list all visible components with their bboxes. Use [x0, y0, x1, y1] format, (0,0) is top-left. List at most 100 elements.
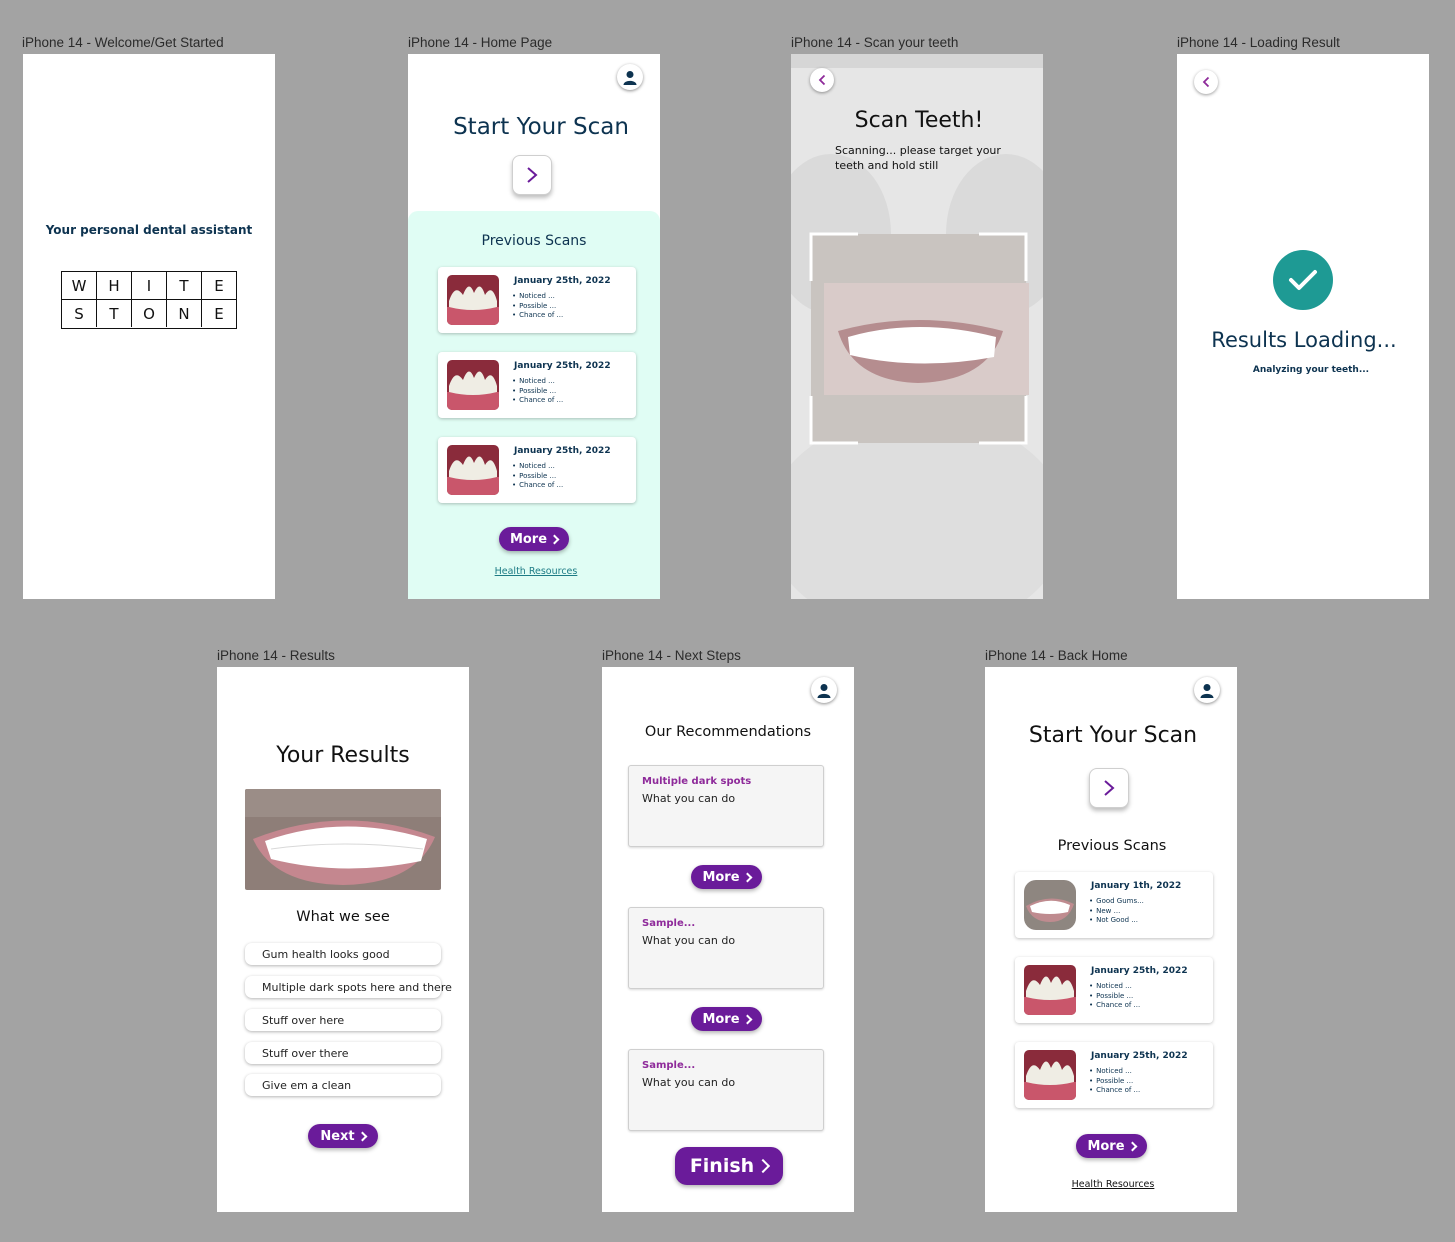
recommendation-body: What you can do: [642, 1076, 736, 1089]
recommendation-body: What you can do: [642, 934, 736, 947]
more-button[interactable]: More: [499, 527, 569, 551]
health-resources-link[interactable]: Health Resources: [408, 566, 660, 577]
frame-label-home: iPhone 14 - Home Page: [408, 35, 553, 50]
chevron-right-icon: [756, 1158, 771, 1174]
scan-notes: Good Gums... New ... Not Good ...: [1089, 897, 1144, 926]
scan-date: January 25th, 2022: [1091, 1051, 1188, 1061]
result-item: Stuff over here: [245, 1009, 441, 1031]
scan-note: Chance of ...: [512, 481, 563, 491]
frame-home: Start Your Scan Previous Scans January 2…: [408, 54, 660, 599]
scan-instructions: Scanning... please target your teeth and…: [835, 144, 1001, 172]
frame-label-next-steps: iPhone 14 - Next Steps: [602, 648, 741, 663]
start-scan-button[interactable]: [512, 155, 552, 195]
back-button[interactable]: [810, 68, 834, 92]
scan-note: Noticed ...: [512, 292, 563, 302]
frame-back-home: Start Your Scan Previous Scans January 1…: [985, 667, 1237, 1212]
frame-label-loading: iPhone 14 - Loading Result: [1177, 35, 1340, 50]
finish-button[interactable]: Finish: [675, 1147, 783, 1185]
chevron-right-icon: [527, 167, 538, 183]
logo-letter: S: [62, 300, 97, 327]
logo-row-2: S T O N E: [62, 300, 236, 327]
results-photo: [245, 789, 441, 890]
page-title: Start Your Scan: [453, 114, 629, 140]
recommendation-body: What you can do: [642, 792, 736, 805]
more-button[interactable]: More: [691, 1007, 762, 1031]
scan-note: Chance of ...: [1089, 1086, 1140, 1096]
frame-loading: Results Loading... Analyzing your teeth.…: [1177, 54, 1429, 599]
chevron-right-icon: [742, 872, 752, 882]
scan-notes: Noticed ... Possible ... Chance of ...: [512, 462, 563, 491]
scan-card[interactable]: January 25th, 2022 Noticed ... Possible …: [438, 437, 636, 503]
results-title: Your Results: [276, 743, 410, 768]
scan-note: Possible ...: [1089, 992, 1140, 1002]
logo-letter: T: [97, 300, 132, 327]
scan-note: New ...: [1089, 907, 1144, 917]
scan-date: January 25th, 2022: [1091, 966, 1188, 976]
start-scan-button[interactable]: [1089, 768, 1129, 808]
next-button[interactable]: Next: [308, 1124, 378, 1148]
scan-date: January 25th, 2022: [514, 276, 611, 286]
previous-scans-title: Previous Scans: [481, 233, 587, 249]
scan-date: January 25th, 2022: [514, 361, 611, 371]
chevron-left-icon: [1202, 76, 1210, 88]
scan-note: Possible ...: [512, 387, 563, 397]
chevron-right-icon: [357, 1131, 368, 1141]
scan-date: January 25th, 2022: [514, 446, 611, 456]
chevron-right-icon: [549, 534, 560, 544]
frame-label-back-home: iPhone 14 - Back Home: [985, 648, 1128, 663]
more-button[interactable]: More: [1076, 1134, 1147, 1158]
recommendation-title: Multiple dark spots: [642, 776, 752, 787]
logo-letter: E: [214, 304, 224, 323]
frame-label-welcome: iPhone 14 - Welcome/Get Started: [22, 35, 224, 50]
scan-card[interactable]: January 25th, 2022 Noticed ... Possible …: [1015, 1042, 1213, 1108]
scan-note: Possible ...: [1089, 1077, 1140, 1087]
check-icon: [1289, 270, 1317, 290]
result-item: Give em a clean: [245, 1074, 441, 1096]
profile-button[interactable]: [617, 64, 643, 90]
more-button[interactable]: More: [691, 865, 762, 889]
recommendation-card: Sample... What you can do: [628, 907, 824, 989]
welcome-tagline: Your personal dental assistant: [45, 223, 253, 237]
previous-scans-panel: Previous Scans January 25th, 2022 Notice…: [408, 211, 660, 599]
result-item: Multiple dark spots here and there: [245, 976, 452, 998]
more-button-label: More: [702, 869, 740, 885]
scan-card[interactable]: January 1th, 2022 Good Gums... New ... N…: [1015, 872, 1213, 938]
recommendation-card: Sample... What you can do: [628, 1049, 824, 1131]
logo-letter: T: [167, 272, 202, 299]
profile-button[interactable]: [1194, 677, 1220, 703]
health-resources-link[interactable]: Health Resources: [985, 1179, 1237, 1190]
scan-card[interactable]: January 25th, 2022 Noticed ... Possible …: [438, 352, 636, 418]
result-item: Stuff over there: [245, 1042, 441, 1064]
chevron-right-icon: [742, 1014, 752, 1024]
loading-subtitle: Analyzing your teeth...: [1252, 365, 1370, 375]
scan-note: Possible ...: [512, 302, 563, 312]
logo-letter: W: [62, 272, 97, 299]
scan-thumbnail: [447, 445, 499, 495]
previous-scans-title: Previous Scans: [1057, 838, 1167, 854]
scan-card[interactable]: January 25th, 2022 Noticed ... Possible …: [438, 267, 636, 333]
scan-notes: Noticed ... Possible ... Chance of ...: [1089, 1067, 1140, 1096]
scan-note: Chance of ...: [512, 311, 563, 321]
scan-note: Good Gums...: [1089, 897, 1144, 907]
scan-thumbnail: [1024, 1050, 1076, 1100]
more-button-label: More: [509, 531, 548, 547]
scan-note: Chance of ...: [1089, 1001, 1140, 1011]
user-avatar-icon: [1200, 683, 1214, 698]
results-section-title: What we see: [296, 909, 390, 925]
scan-note: Possible ...: [512, 472, 563, 482]
profile-button[interactable]: [811, 677, 837, 703]
chevron-right-icon: [1104, 780, 1115, 796]
scan-note: Noticed ...: [512, 462, 563, 472]
back-button[interactable]: [1194, 70, 1218, 94]
scan-card[interactable]: January 25th, 2022 Noticed ... Possible …: [1015, 957, 1213, 1023]
frame-label-scan: iPhone 14 - Scan your teeth: [791, 35, 959, 50]
scan-viewfinder: [808, 231, 1029, 446]
scan-note: Not Good ...: [1089, 916, 1144, 926]
user-avatar-icon: [817, 683, 831, 698]
whitestone-logo: W H I T E S T O N E: [61, 271, 237, 329]
scan-thumbnail: [1024, 880, 1076, 930]
scan-thumbnail: [447, 360, 499, 410]
next-button-label: Next: [320, 1128, 355, 1144]
recommendation-title: Sample...: [642, 1060, 696, 1071]
user-avatar-icon: [623, 70, 637, 85]
